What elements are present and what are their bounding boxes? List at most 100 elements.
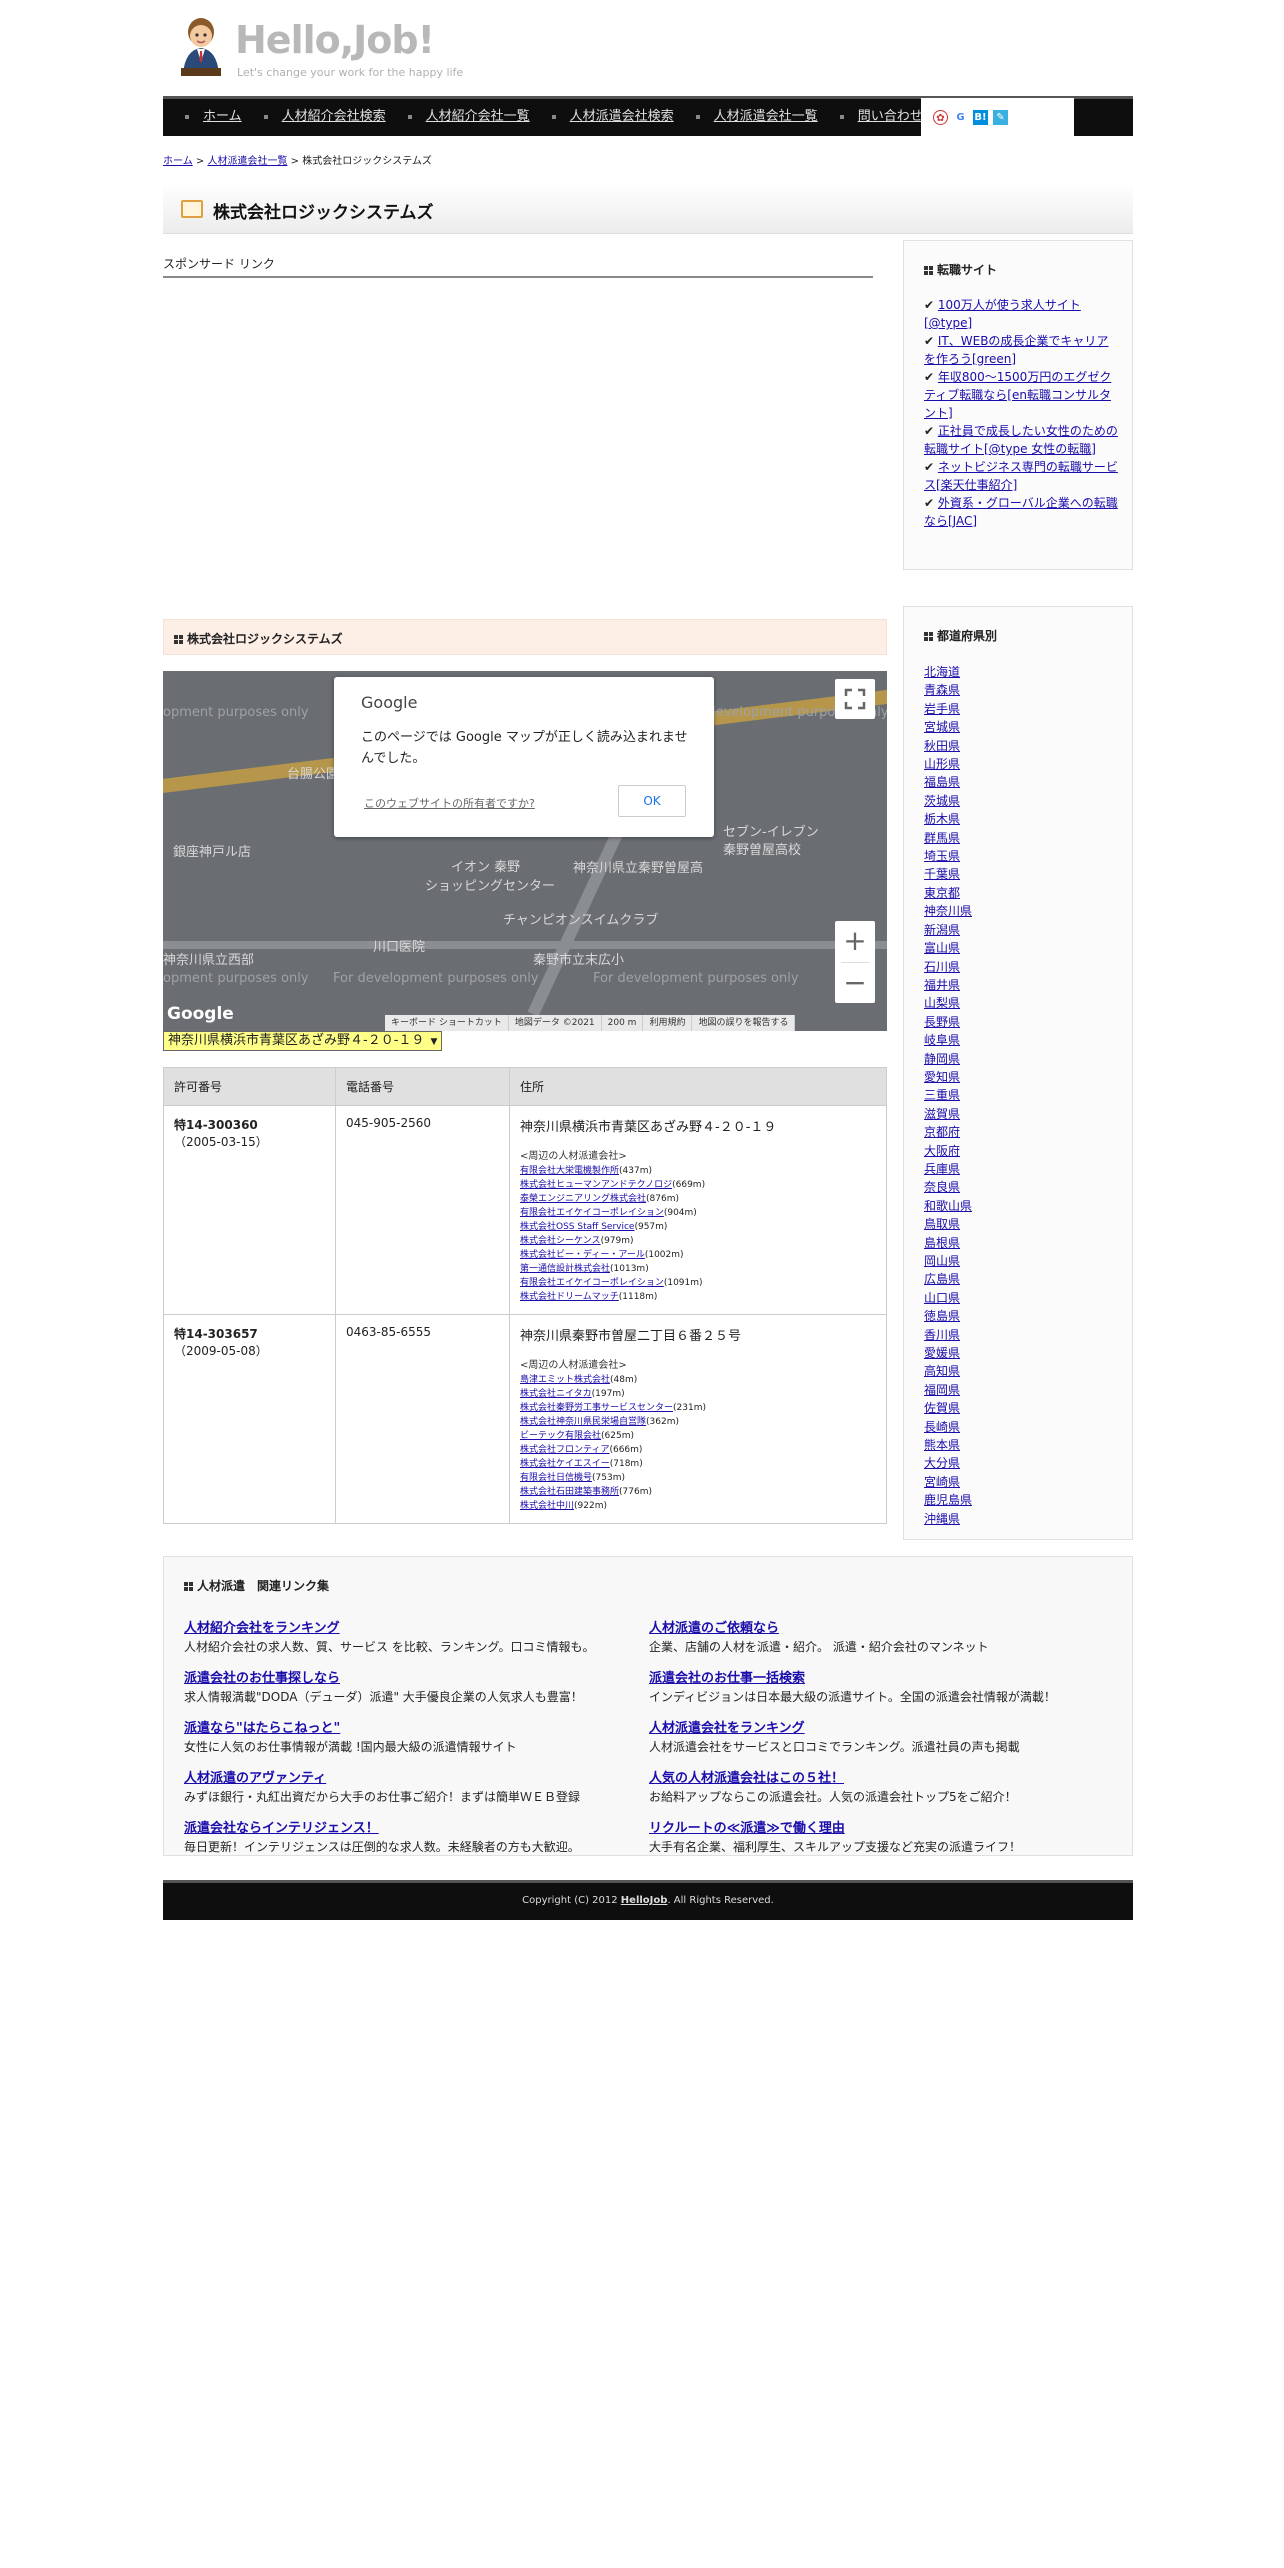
site-logo[interactable]: Hello,Job! Let's change your work for th… [173, 12, 463, 82]
related-link[interactable]: 派遣会社のお仕事探しなら [184, 1671, 340, 1686]
nav-link[interactable]: 人材派遣会社一覧 [714, 107, 818, 127]
job-site-link[interactable]: 年収800〜1500万円のエグゼクティブ転職なら[en転職コンサルタント] [924, 370, 1111, 420]
prefecture-link[interactable]: 岐阜県 [924, 1033, 960, 1047]
related-link[interactable]: 派遣会社ならインテリジェンス！ [184, 1821, 379, 1836]
nearby-company-link[interactable]: 有限会社大栄電機製作所 [520, 1166, 619, 1176]
job-site-link[interactable]: 正社員で成長したい女性のための転職サイト[@type 女性の転職] [924, 424, 1118, 456]
nearby-company-link[interactable]: 株式会社ドリームマッチ [520, 1292, 619, 1302]
share-icon[interactable]: ✎ [993, 109, 1008, 125]
related-link[interactable]: 人気の人材派遣会社はこの５社！ [649, 1771, 844, 1786]
prefecture-link[interactable]: 兵庫県 [924, 1162, 960, 1176]
related-link[interactable]: 派遣なら"はたらこねっと" [184, 1721, 340, 1736]
prefecture-link[interactable]: 茨城県 [924, 794, 960, 808]
prefecture-link[interactable]: 徳島県 [924, 1309, 960, 1323]
nearby-company-link[interactable]: 有限会社日信機号 [520, 1473, 592, 1483]
breadcrumb-list[interactable]: 人材派遣会社一覧 [207, 156, 287, 167]
nav-link[interactable]: 人材派遣会社検索 [570, 107, 674, 127]
nav-item-dispatch-search[interactable]: 人材派遣会社検索 [551, 107, 674, 127]
nearby-company-link[interactable]: 有限会社エイケイコーポレイション [520, 1278, 664, 1288]
related-link[interactable]: リクルートの≪派遣≫で働く理由 [649, 1821, 845, 1836]
prefecture-link[interactable]: 大阪府 [924, 1144, 960, 1158]
related-link[interactable]: 人材派遣のアヴァンティ [184, 1771, 326, 1786]
nearby-company-link[interactable]: 株式会社OSS Staff Service [520, 1222, 634, 1232]
prefecture-link[interactable]: 宮城県 [924, 720, 960, 734]
related-link[interactable]: 人材派遣会社をランキング [649, 1721, 805, 1736]
nav-item-contact[interactable]: 問い合わせ [839, 107, 923, 127]
prefecture-link[interactable]: 静岡県 [924, 1052, 960, 1066]
prefecture-link[interactable]: 長野県 [924, 1015, 960, 1029]
prefecture-link[interactable]: 福岡県 [924, 1383, 960, 1397]
nearby-company-link[interactable]: 株式会社石田建築事務所 [520, 1487, 619, 1497]
prefecture-link[interactable]: 宮崎県 [924, 1475, 960, 1489]
nearby-company-link[interactable]: 株式会社神奈川県民栄場自営隊 [520, 1417, 646, 1427]
prefecture-link[interactable]: 福井県 [924, 978, 960, 992]
prefecture-link[interactable]: 三重県 [924, 1088, 960, 1102]
prefecture-link[interactable]: 富山県 [924, 941, 960, 955]
prefecture-link[interactable]: 滋賀県 [924, 1107, 960, 1121]
related-link[interactable]: 派遣会社のお仕事一括検索 [649, 1671, 805, 1686]
prefecture-link[interactable]: 鹿児島県 [924, 1493, 972, 1507]
prefecture-link[interactable]: 愛知県 [924, 1070, 960, 1084]
job-site-link[interactable]: IT、WEBの成長企業でキャリアを作ろう[green] [924, 334, 1108, 366]
prefecture-link[interactable]: 熊本県 [924, 1438, 960, 1452]
attr-report-error[interactable]: 地図の誤りを報告する [692, 1015, 796, 1031]
job-site-link[interactable]: 100万人が使う求人サイト[@type] [924, 298, 1081, 330]
prefecture-link[interactable]: 奈良県 [924, 1180, 960, 1194]
attr-keyboard-shortcuts[interactable]: キーボード ショートカット [385, 1015, 509, 1031]
related-link[interactable]: 人材派遣のご依頼なら [649, 1621, 779, 1636]
prefecture-link[interactable]: 神奈川県 [924, 904, 972, 918]
prefecture-link[interactable]: 広島県 [924, 1272, 960, 1286]
prefecture-link[interactable]: 岡山県 [924, 1254, 960, 1268]
fullscreen-button[interactable] [835, 679, 875, 719]
dialog-ok-button[interactable]: OK [618, 785, 686, 817]
prefecture-link[interactable]: 千葉県 [924, 867, 960, 881]
prefecture-link[interactable]: 香川県 [924, 1328, 960, 1342]
google-logo[interactable]: Google [167, 1004, 234, 1024]
prefecture-link[interactable]: 北海道 [924, 665, 960, 679]
prefecture-link[interactable]: 大分県 [924, 1456, 960, 1470]
zoom-in-button[interactable]: + [835, 921, 875, 962]
prefecture-link[interactable]: 青森県 [924, 683, 960, 697]
zoom-out-button[interactable]: − [835, 963, 875, 1004]
nearby-company-link[interactable]: 株式会社シーケンス [520, 1236, 601, 1246]
related-link[interactable]: 人材紹介会社をランキング [184, 1621, 340, 1636]
job-site-link[interactable]: 外資系・グローバル企業への転職なら[JAC] [924, 496, 1118, 528]
prefecture-link[interactable]: 高知県 [924, 1364, 960, 1378]
nearby-company-link[interactable]: 株式会社ケイエスイー [520, 1459, 610, 1469]
address-select[interactable]: 神奈川県横浜市青葉区あざみ野４-２０-１９ ▼ [163, 1031, 443, 1051]
nav-link[interactable]: ホーム [203, 107, 242, 127]
nav-item-agency-search[interactable]: 人材紹介会社検索 [263, 107, 386, 127]
nav-item-dispatch-list[interactable]: 人材派遣会社一覧 [695, 107, 818, 127]
prefecture-link[interactable]: 愛媛県 [924, 1346, 960, 1360]
nearby-company-link[interactable]: 株式会社ビー・ディー・アール [520, 1250, 645, 1260]
attr-terms[interactable]: 利用規約 [643, 1015, 693, 1031]
job-site-link[interactable]: ネットビジネス専門の転職サービス[楽天仕事紹介] [924, 460, 1118, 492]
prefecture-link[interactable]: 岩手県 [924, 702, 960, 716]
google-map[interactable]: For development purposes only For develo… [163, 671, 887, 1031]
dialog-owner-link[interactable]: このウェブサイトの所有者ですか? [364, 795, 535, 811]
nav-link[interactable]: 人材紹介会社検索 [282, 107, 386, 127]
prefecture-link[interactable]: 鳥取県 [924, 1217, 960, 1231]
nearby-company-link[interactable]: 泰榮エンジニアリング株式会社 [520, 1194, 646, 1204]
prefecture-link[interactable]: 群馬県 [924, 831, 960, 845]
prefecture-link[interactable]: 石川県 [924, 960, 960, 974]
nav-item-home[interactable]: ホーム [185, 107, 242, 127]
prefecture-link[interactable]: 沖縄県 [924, 1512, 960, 1526]
prefecture-link[interactable]: 秋田県 [924, 739, 960, 753]
prefecture-link[interactable]: 東京都 [924, 886, 960, 900]
prefecture-link[interactable]: 埼玉県 [924, 849, 960, 863]
nearby-company-link[interactable]: 株式会社秦野労工事サービスセンター [520, 1403, 673, 1413]
prefecture-link[interactable]: 島根県 [924, 1236, 960, 1250]
prefecture-link[interactable]: 和歌山県 [924, 1199, 972, 1213]
nav-link[interactable]: 人材紹介会社一覧 [426, 107, 530, 127]
nearby-company-link[interactable]: 第一通信設計株式会社 [520, 1264, 610, 1274]
nearby-company-link[interactable]: 株式会社ニイタカ [520, 1389, 592, 1399]
prefecture-link[interactable]: 栃木県 [924, 812, 960, 826]
prefecture-link[interactable]: 山口県 [924, 1291, 960, 1305]
prefecture-link[interactable]: 佐賀県 [924, 1401, 960, 1415]
nearby-company-link[interactable]: ビーテック有限会社 [520, 1431, 601, 1441]
prefecture-link[interactable]: 山形県 [924, 757, 960, 771]
footer-brand-link[interactable]: HelloJob [621, 1895, 668, 1906]
nearby-company-link[interactable]: 株式会社フロンティア [520, 1445, 609, 1455]
nearby-company-link[interactable]: 島津エミット株式会社 [520, 1375, 610, 1385]
